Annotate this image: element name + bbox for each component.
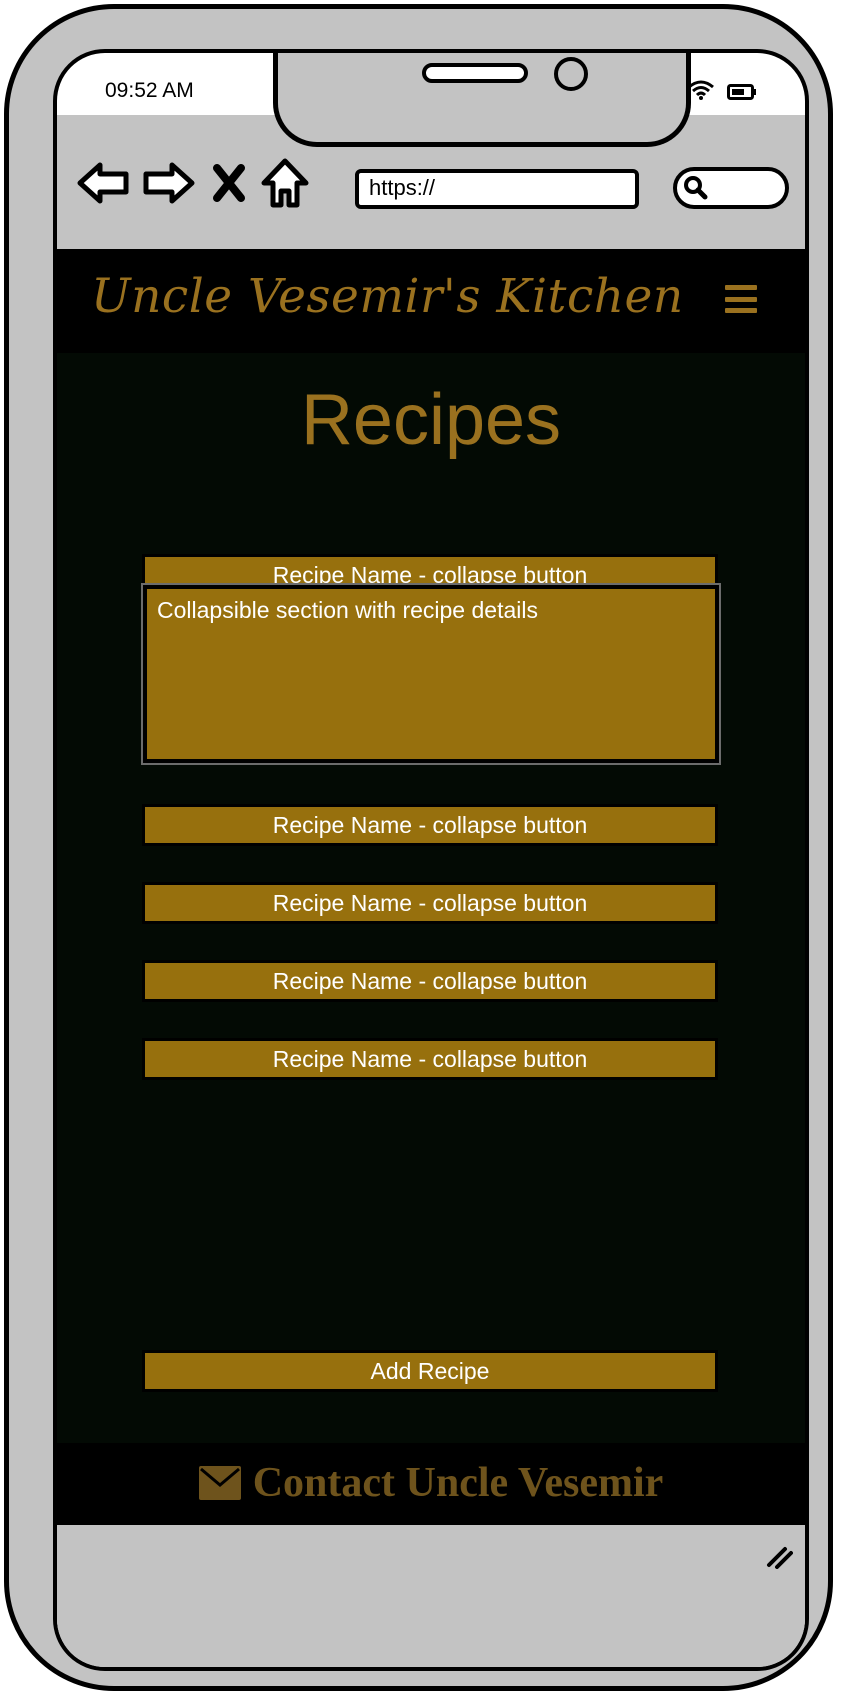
contact-label: Contact Uncle Vesemir xyxy=(252,1460,664,1506)
main-content: Recipes Recipe Name - collapse button Co… xyxy=(57,353,805,1443)
forward-button[interactable] xyxy=(141,157,197,209)
stop-button[interactable] xyxy=(207,157,251,209)
close-icon xyxy=(213,164,245,202)
phone-screen: 09:52 AM Uncle Vesemirs Kitchen xyxy=(53,49,809,1671)
contact-link[interactable]: Contact Uncle Vesemir xyxy=(57,1459,805,1507)
recipe-collapse-button[interactable]: Recipe Name - collapse button xyxy=(145,807,715,843)
home-icon xyxy=(261,158,309,208)
url-input[interactable]: https:// xyxy=(355,169,639,209)
speaker-icon xyxy=(422,63,528,83)
battery-icon xyxy=(727,84,756,100)
browser-search-button[interactable] xyxy=(673,167,789,209)
page-title: Recipes xyxy=(300,380,562,460)
browser-bottom-bar xyxy=(57,1525,805,1667)
camera-icon xyxy=(554,57,588,91)
wifi-icon xyxy=(688,80,714,100)
site-header: Uncle Vesemir's Kitchen xyxy=(57,249,805,353)
resize-grip-icon[interactable] xyxy=(763,1543,793,1569)
site-footer: Contact Uncle Vesemir xyxy=(57,1443,805,1525)
envelope-icon xyxy=(198,1466,241,1500)
site-title[interactable]: Uncle Vesemir's Kitchen xyxy=(91,269,684,324)
recipe-collapse-button[interactable]: Recipe Name - collapse button xyxy=(145,885,715,921)
recipe-collapse-button[interactable]: Recipe Name - collapse button xyxy=(145,1041,715,1077)
phone-notch xyxy=(273,53,691,147)
hamburger-menu-icon[interactable] xyxy=(725,285,757,313)
forward-arrow-icon xyxy=(143,162,195,204)
status-time: 09:52 AM xyxy=(105,79,194,102)
search-icon xyxy=(684,176,708,200)
home-button[interactable] xyxy=(257,157,313,209)
back-arrow-icon xyxy=(77,162,129,204)
recipe-collapse-button[interactable]: Recipe Name - collapse button xyxy=(145,963,715,999)
back-button[interactable] xyxy=(75,157,131,209)
recipe-details-panel: Collapsible section with recipe details xyxy=(141,583,721,765)
phone-frame: 09:52 AM Uncle Vesemirs Kitchen xyxy=(4,4,833,1691)
add-recipe-button[interactable]: Add Recipe xyxy=(145,1353,715,1389)
